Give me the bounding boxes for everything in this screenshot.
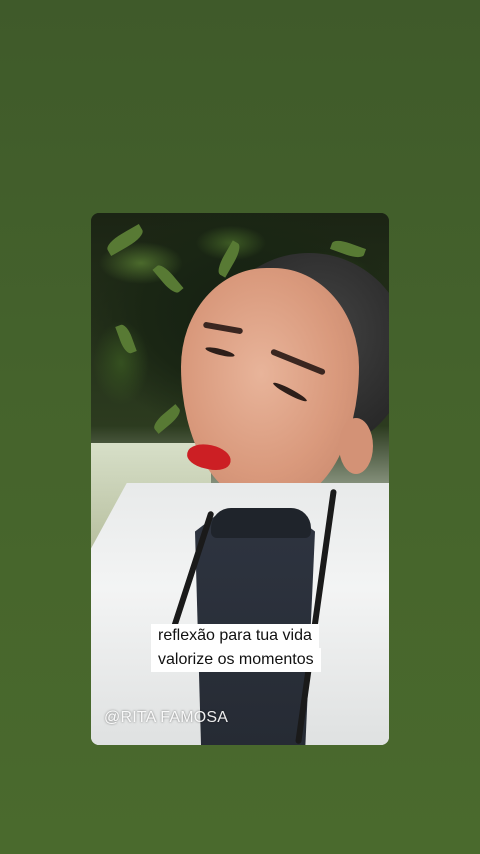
person-ear (339, 418, 373, 474)
caption-line-2: valorize os momentos (151, 648, 321, 672)
story-caption: reflexão para tua vida valorize os momen… (151, 624, 321, 672)
creator-watermark: @RITA FAMOSA (104, 709, 229, 726)
caption-line-1: reflexão para tua vida (151, 624, 319, 648)
story-media-card[interactable]: reflexão para tua vida valorize os momen… (91, 213, 389, 745)
shirt-collar (211, 508, 311, 538)
